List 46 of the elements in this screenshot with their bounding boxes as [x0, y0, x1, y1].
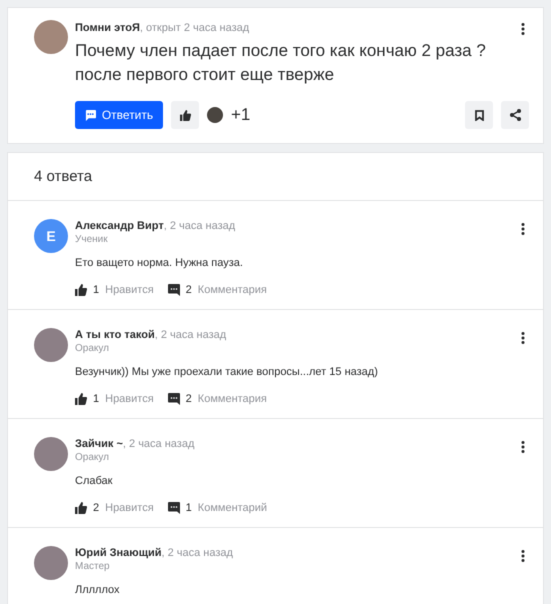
like-action[interactable]: 1 Нравится: [75, 283, 154, 297]
more-icon[interactable]: [521, 23, 525, 35]
avatar-photo-placeholder[interactable]: [34, 546, 68, 580]
comment-icon: [168, 284, 180, 296]
avatar-photo-placeholder[interactable]: [34, 20, 68, 54]
user-rank: Оракул: [75, 342, 110, 356]
comment-icon: [168, 393, 180, 405]
bookmark-button[interactable]: [465, 101, 493, 129]
thumbs-up-icon: [75, 393, 87, 405]
like-action[interactable]: 2 Нравится: [75, 501, 154, 515]
share-icon: [510, 109, 520, 121]
thumbs-up-icon: [180, 110, 190, 120]
more-icon[interactable]: [521, 441, 525, 453]
bookmark-icon: [474, 110, 484, 120]
more-icon[interactable]: [521, 223, 525, 235]
user-rank: Оракул: [75, 451, 110, 465]
share-button[interactable]: [501, 101, 529, 129]
comments-action[interactable]: 2 Комментария: [168, 283, 267, 297]
avatar-photo-placeholder[interactable]: [34, 328, 68, 362]
liker-avatar[interactable]: [207, 107, 223, 123]
answer-text: Лллллох: [75, 583, 121, 597]
thumbs-up-icon: [75, 502, 87, 514]
answers-count-heading: 4 ответа: [33, 167, 94, 187]
author-line: А ты кто такой, 2 часа назад: [75, 328, 226, 342]
comments-action[interactable]: 2 Комментария: [168, 392, 267, 406]
avatar-photo-placeholder[interactable]: [34, 437, 68, 471]
answer-text: Ето ващето норма. Нужна пауза.: [75, 256, 244, 270]
like-action[interactable]: 1 Нравится: [75, 392, 154, 406]
user-rank: Ученик: [75, 233, 108, 247]
author-line: Юрий Знающий, 2 часа назад: [75, 546, 233, 560]
more-icon[interactable]: [521, 550, 525, 562]
like-button[interactable]: [171, 101, 199, 129]
more-icon[interactable]: [521, 332, 525, 344]
author-line: Помни этоЯ, открыт 2 часа назад: [75, 21, 250, 35]
author-line: Зайчик ~, 2 часа назад: [75, 437, 194, 451]
user-rank: Мастер: [75, 560, 110, 574]
answer-text: Слабак: [75, 474, 114, 488]
question-title: Почему член падает после того как кончаю 2 раза ?после первого стоит еще тверже: [75, 40, 487, 86]
comment-icon: [84, 110, 96, 120]
answer-text: Везунчик)) Мы уже проехали такие вопросы...лет 15 назад): [75, 365, 379, 379]
reply-button[interactable]: Ответить: [75, 101, 163, 129]
comment-icon: [168, 502, 180, 514]
comments-action[interactable]: 1 Комментарий: [168, 501, 268, 515]
likers-count: +1: [231, 105, 250, 125]
thumbs-up-icon: [75, 284, 87, 296]
author-line: Александр Вирт, 2 часа назад: [75, 219, 236, 233]
